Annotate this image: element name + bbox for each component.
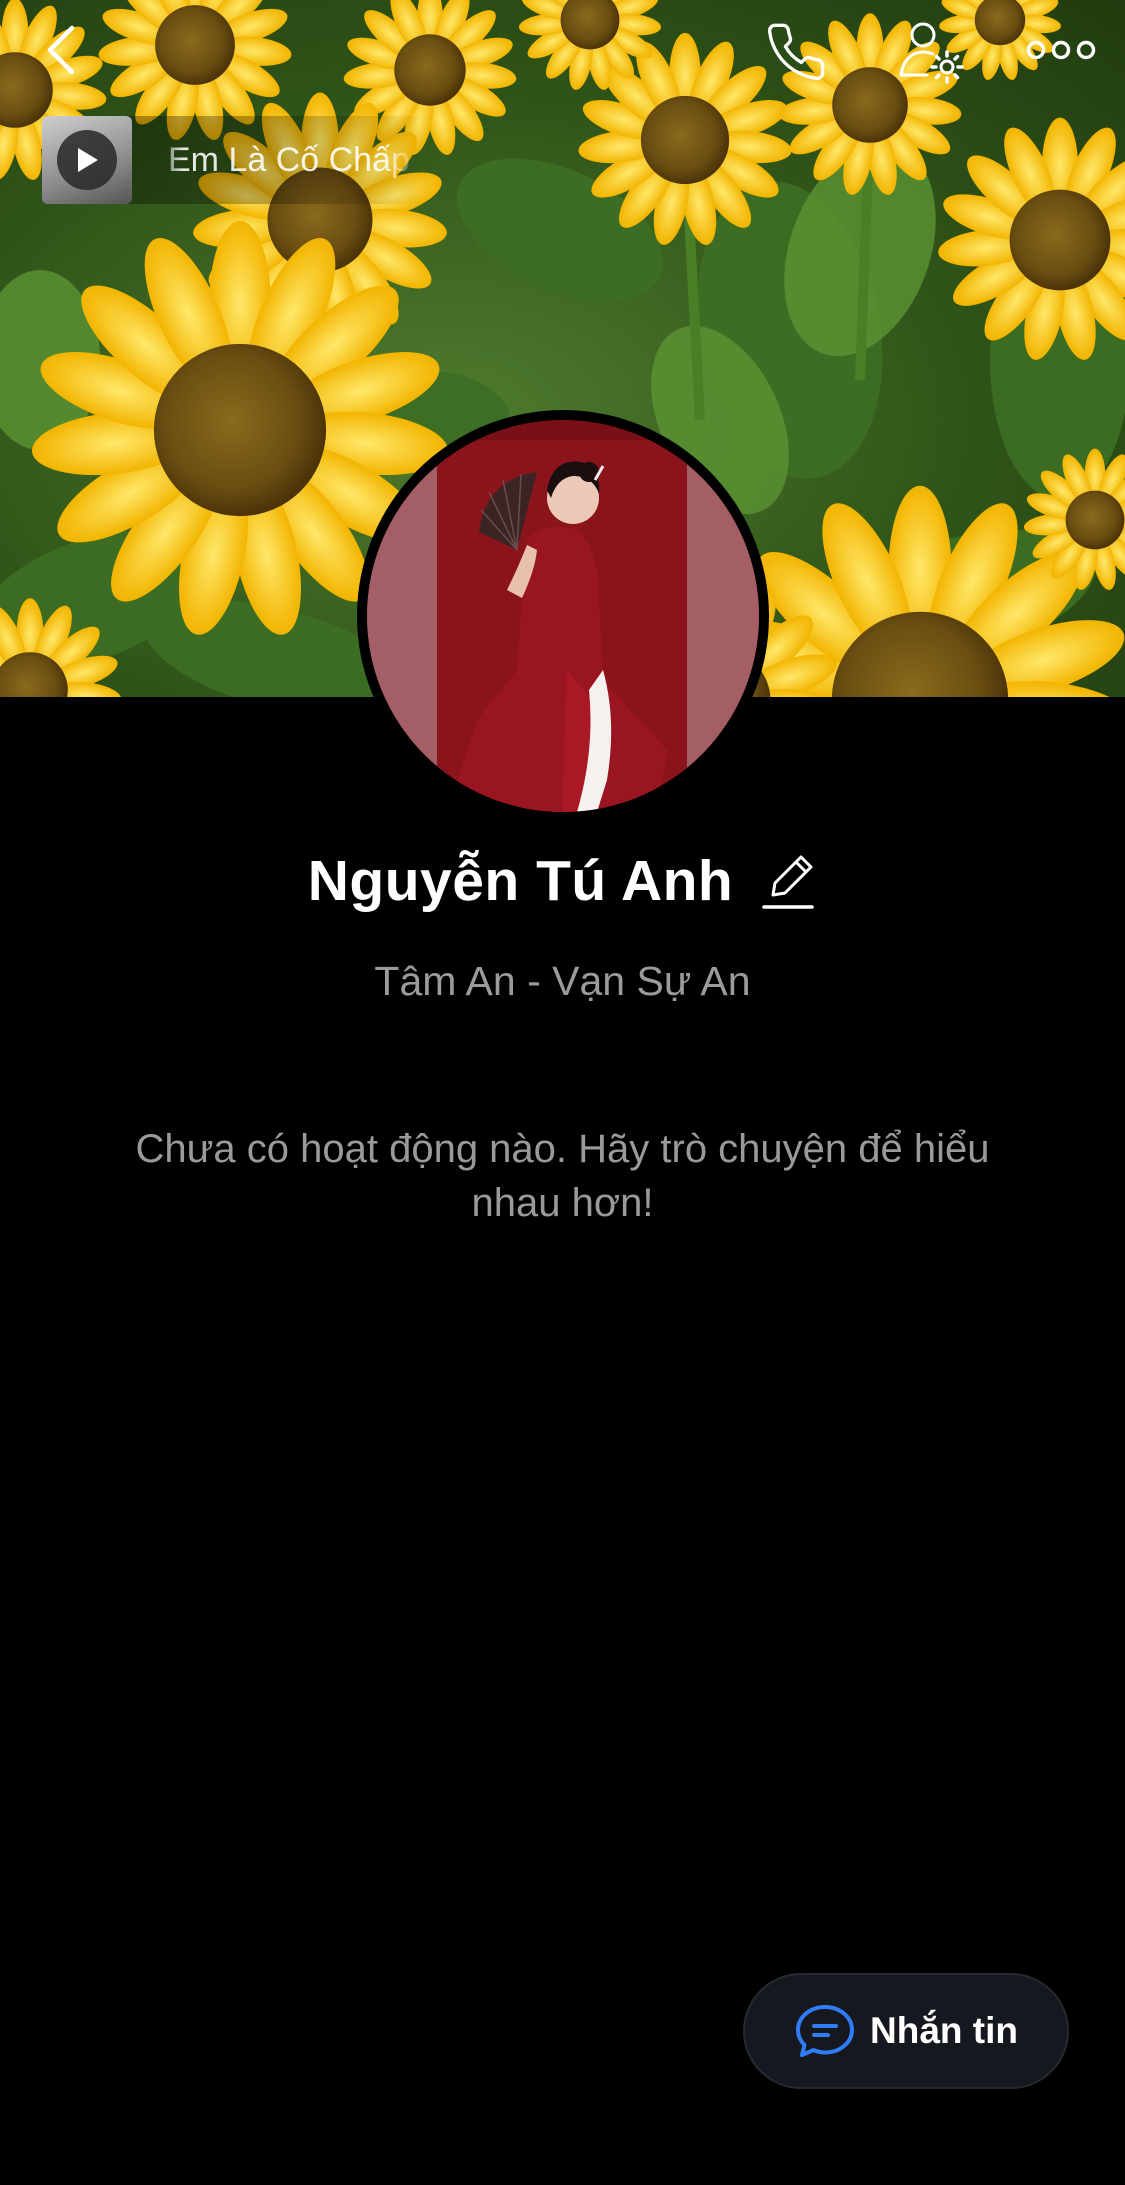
pencil-icon	[762, 855, 814, 909]
play-icon	[78, 148, 98, 172]
profile-settings-button[interactable]	[890, 14, 974, 90]
edit-name-button[interactable]	[759, 851, 817, 911]
profile-avatar[interactable]	[357, 410, 769, 822]
empty-activity-message: Chưa có hoạt động nào. Hãy trò chuyện để…	[135, 1127, 990, 1225]
back-button[interactable]	[28, 18, 92, 82]
phone-icon	[767, 23, 825, 81]
more-options-button[interactable]	[1016, 18, 1106, 82]
chevron-left-icon	[47, 25, 75, 75]
profile-status: Tâm An - Vạn Sự An	[374, 958, 751, 1004]
more-horizontal-icon	[1026, 40, 1096, 60]
send-message-label: Nhắn tin	[870, 2010, 1018, 2051]
profile-music-player[interactable]: Em Là Cố Chấp	[42, 116, 432, 204]
music-title: Em Là Cố Chấp	[168, 140, 410, 179]
call-button[interactable]	[758, 14, 834, 90]
avatar-photo	[367, 420, 759, 812]
send-message-button[interactable]: Nhắn tin	[743, 1973, 1069, 2089]
chat-bubble-icon	[796, 2005, 854, 2057]
user-settings-icon	[899, 22, 964, 84]
profile-name: Nguyễn Tú Anh	[307, 849, 734, 913]
music-thumbnail	[42, 116, 132, 204]
profile-name-row: Nguyễn Tú Anh	[0, 848, 1125, 914]
play-button[interactable]	[57, 130, 117, 190]
